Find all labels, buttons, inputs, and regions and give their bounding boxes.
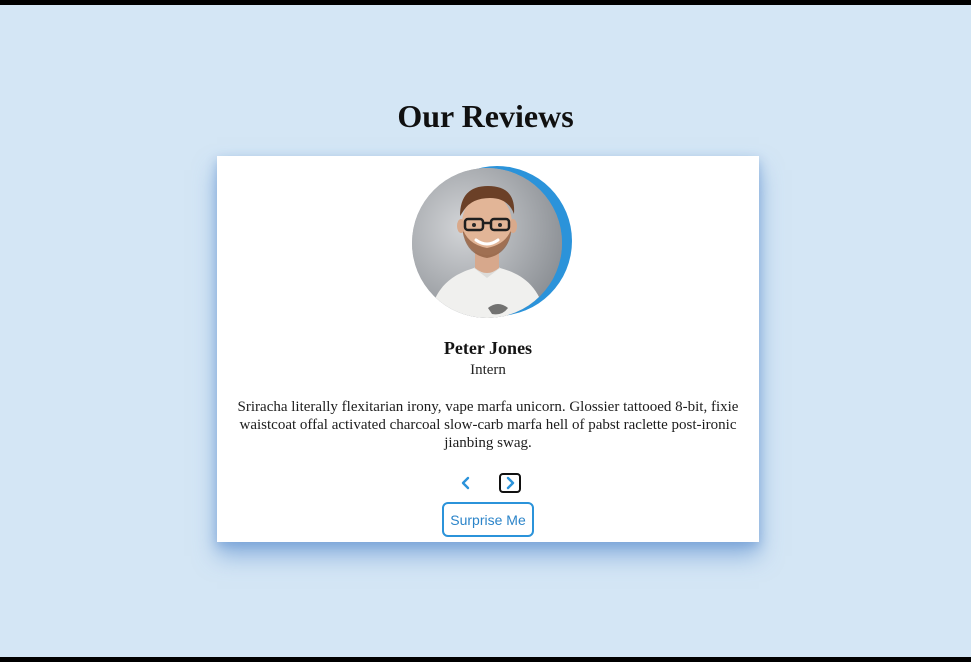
reviewer-job: Intern [470,362,506,378]
top-border [0,0,971,5]
review-text: Sriracha literally flexitarian irony, va… [237,399,739,451]
chevron-left-icon [461,476,470,490]
avatar [412,168,562,318]
review-card: Peter Jones Intern Sriracha literally fl… [217,156,759,542]
bottom-border [0,657,971,662]
page-title: Our Reviews [397,98,574,134]
avatar-container [412,166,575,321]
surprise-me-button[interactable]: Surprise Me [442,502,534,537]
prev-button[interactable] [455,473,477,493]
person-photo-icon [412,168,562,318]
reviewer-name: Peter Jones [443,338,533,358]
chevron-right-icon [506,476,515,490]
next-button[interactable] [499,473,521,493]
